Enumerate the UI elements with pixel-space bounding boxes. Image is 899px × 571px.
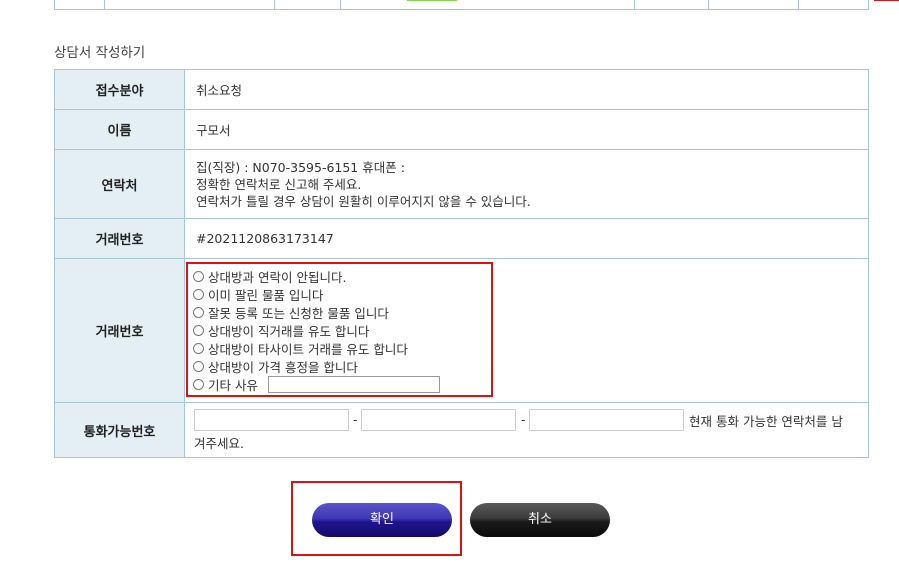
contact-label: 연락처 (54, 149, 185, 219)
form-row-contact: 연락처 집(직장) : N070-3595-6151 휴대폰 : 정확한 연락처… (54, 149, 869, 219)
radio-button[interactable] (193, 288, 204, 300)
reason-option[interactable]: 상대방이 타사이트 거래를 유도 합니다 (193, 339, 440, 357)
previous-table-bottom (54, 0, 899, 10)
reason-label: 거래번호 (54, 258, 185, 403)
table-divider (634, 0, 635, 9)
contact-warning: 연락처가 틀릴 경우 상담이 원활히 이루어지지 않을 수 있습니다. (196, 193, 531, 209)
reason-option-other[interactable]: 기타 사유 (193, 375, 440, 393)
reason-option[interactable]: 잘못 등록 또는 신청한 물품 입니다 (193, 303, 440, 321)
status-bar-green (407, 0, 457, 1)
contact-cell: 집(직장) : N070-3595-6151 휴대폰 : 정확한 연락처로 신고… (184, 149, 869, 219)
phone-label: 통화가능번호 (54, 402, 185, 458)
confirm-button[interactable]: 확인 (312, 503, 452, 537)
reason-option-label: 이미 팔린 물품 입니다 (208, 287, 324, 303)
reason-option-label: 상대방이 타사이트 거래를 유도 합니다 (208, 341, 408, 357)
radio-button[interactable] (193, 270, 204, 282)
phone-note: 현재 통화 가능한 연락처를 남 (689, 414, 843, 429)
radio-button[interactable] (193, 378, 204, 390)
cancel-button[interactable]: 취소 (470, 503, 610, 537)
table-divider (340, 0, 341, 9)
reason-option[interactable]: 상대방과 연락이 안됩니다. (193, 267, 440, 285)
phone-dash: - (521, 412, 526, 427)
section-title: 상담서 작성하기 (54, 45, 146, 61)
contact-notice: 정확한 연락처로 신고해 주세요. (196, 176, 362, 192)
reason-radio-group: 상대방과 연락이 안됩니다. 이미 팔린 물품 입니다 잘못 등록 또는 신청한… (193, 267, 440, 393)
contact-phone: 집(직장) : N070-3595-6151 휴대폰 : (196, 159, 405, 175)
form-row-field: 접수분야 취소요청 (54, 69, 869, 110)
radio-button[interactable] (193, 306, 204, 318)
table-divider (274, 0, 275, 9)
radio-button[interactable] (193, 360, 204, 372)
reason-option-label: 잘못 등록 또는 신청한 물품 입니다 (208, 305, 389, 321)
other-reason-input[interactable] (267, 375, 440, 393)
trade-label: 거래번호 (54, 218, 185, 259)
field-value: 취소요청 (184, 69, 869, 110)
radio-button[interactable] (193, 342, 204, 354)
reason-option-label: 상대방과 연락이 안됩니다. (208, 269, 347, 285)
table-divider (104, 0, 105, 9)
name-label: 이름 (54, 109, 185, 150)
trade-value: #2021120863173147 (184, 218, 869, 259)
phone-input-2[interactable] (361, 409, 516, 431)
phone-input-1[interactable] (194, 409, 349, 431)
status-bar-red (874, 0, 899, 1)
phone-note-cont: 겨주세요. (194, 436, 244, 451)
reason-option-label: 기타 사유 (208, 377, 258, 393)
reason-option[interactable]: 상대방이 직거래를 유도 합니다 (193, 321, 440, 339)
reason-option-label: 상대방이 직거래를 유도 합니다 (208, 323, 370, 339)
table-divider (798, 0, 799, 9)
reason-option[interactable]: 상대방이 가격 흥정을 합니다 (193, 357, 440, 375)
radio-button[interactable] (193, 324, 204, 336)
phone-input-3[interactable] (529, 409, 684, 431)
field-label: 접수분야 (54, 69, 185, 110)
phone-dash: - (353, 412, 358, 427)
reason-option[interactable]: 이미 팔린 물품 입니다 (193, 285, 440, 303)
form-row-name: 이름 구모서 (54, 109, 869, 150)
name-value: 구모서 (184, 109, 869, 150)
form-row-trade: 거래번호 #2021120863173147 (54, 218, 869, 259)
table-divider (708, 0, 709, 9)
reason-option-label: 상대방이 가격 흥정을 합니다 (208, 359, 358, 375)
